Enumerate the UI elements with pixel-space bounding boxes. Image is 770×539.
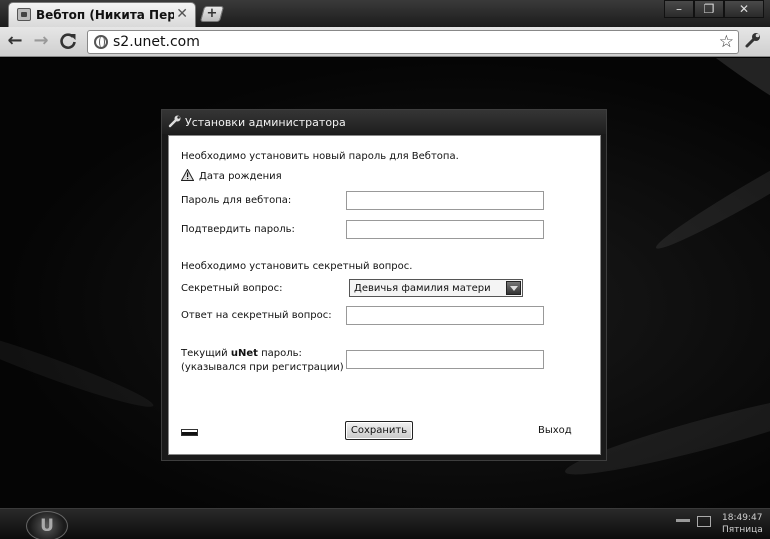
dialog-title: Установки администратора	[185, 116, 346, 129]
secret-answer-label: Ответ на секретный вопрос:	[181, 310, 332, 321]
secret-question-value: Девичья фамилия матери	[354, 283, 491, 294]
start-button[interactable]: U	[26, 511, 68, 539]
password-label: Пароль для вебтопа:	[181, 195, 292, 206]
forward-arrow-icon[interactable]: →	[30, 30, 52, 52]
background-streak	[0, 320, 157, 416]
chevron-down-icon[interactable]	[506, 281, 521, 295]
confirm-password-label: Подтвердить пароль:	[181, 224, 295, 235]
globe-icon	[94, 35, 108, 49]
wrench-icon-glyph	[168, 115, 181, 128]
window-controls: – ❐ ✕	[664, 0, 764, 18]
back-arrow-icon[interactable]: ←	[4, 30, 26, 52]
browser-toolbar: ← → s2.unet.com ☆	[0, 27, 770, 57]
new-tab-button[interactable]: +	[199, 6, 225, 22]
dialog-titlebar[interactable]: Установки администратора	[162, 110, 606, 134]
wrench-glyph	[745, 33, 760, 48]
current-password-field[interactable]	[346, 350, 544, 369]
maximize-button[interactable]: ❐	[694, 0, 724, 18]
clock-day: Пятница	[722, 525, 763, 535]
address-bar[interactable]: s2.unet.com ☆	[87, 30, 739, 54]
warning-icon	[181, 169, 194, 181]
wrench-menu-icon[interactable]	[744, 31, 762, 54]
site-favicon-icon	[17, 8, 31, 21]
warning-text: Дата рождения	[199, 171, 282, 182]
clock: 18:49:47 Пятница	[722, 512, 763, 536]
secret-question-notice: Необходимо установить секретный вопрос.	[181, 261, 413, 272]
secret-question-label: Секретный вопрос:	[181, 283, 283, 294]
confirm-password-field[interactable]	[346, 220, 544, 239]
minimize-button[interactable]: –	[664, 0, 694, 18]
close-window-button[interactable]: ✕	[724, 0, 764, 18]
reload-icon[interactable]	[57, 30, 79, 52]
background-streak	[651, 119, 770, 257]
wrench-icon	[168, 114, 182, 132]
minimize-all-icon[interactable]	[676, 519, 690, 522]
current-password-note: (указывался при регистрации)	[181, 362, 344, 373]
tab-title: Вебтоп (Никита Перепели	[36, 8, 174, 22]
password-field[interactable]	[346, 191, 544, 210]
unet-brand-text: uNet	[230, 348, 258, 359]
save-button[interactable]: Сохранить	[345, 421, 413, 440]
browser-tab[interactable]: Вебтоп (Никита Перепели ✕	[8, 2, 196, 27]
reload-glyph	[60, 33, 76, 49]
current-password-label: Текущий uNet пароль:	[181, 348, 302, 359]
unet-logo-icon: U	[40, 516, 54, 536]
show-desktop-icon[interactable]	[697, 516, 711, 527]
dialog-body: Необходимо установить новый пароль для В…	[168, 135, 601, 455]
secret-answer-field[interactable]	[346, 306, 544, 325]
minimize-dialog-icon[interactable]	[181, 429, 198, 436]
password-notice: Необходимо установить новый пароль для В…	[181, 151, 459, 162]
admin-settings-dialog: Установки администратора Необходимо уста…	[161, 109, 607, 461]
current-password-label-suffix: пароль:	[257, 348, 302, 359]
bookmark-star-icon[interactable]: ☆	[719, 32, 734, 52]
webtop-taskbar: U 18:49:47 Пятница	[0, 508, 770, 539]
secret-question-select[interactable]: Девичья фамилия матери	[349, 279, 523, 297]
exit-link[interactable]: Выход	[538, 425, 572, 436]
tab-close-icon[interactable]: ✕	[176, 6, 188, 22]
browser-titlebar: Вебтоп (Никита Перепели ✕ + – ❐ ✕	[0, 0, 770, 27]
url-text: s2.unet.com	[113, 34, 200, 50]
clock-time: 18:49:47	[722, 513, 763, 523]
background-streak	[632, 58, 770, 149]
current-password-label-prefix: Текущий	[181, 348, 231, 359]
